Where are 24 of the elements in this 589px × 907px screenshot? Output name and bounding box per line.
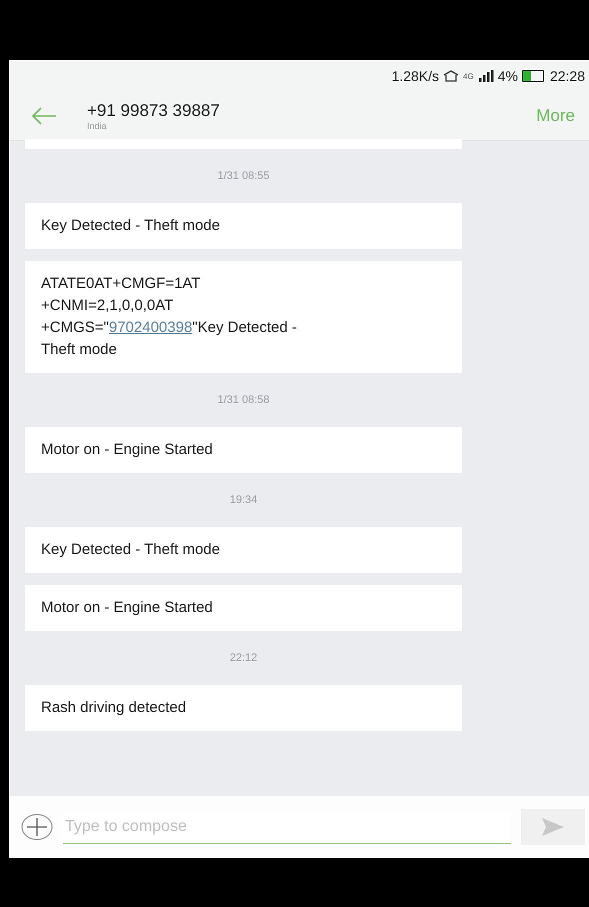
add-icon[interactable] [21, 813, 53, 841]
signal-icon [478, 70, 494, 82]
timestamp: 22:12 [230, 652, 258, 664]
back-arrow-icon[interactable] [31, 107, 57, 125]
message-text: Motor on - Engine Started [41, 440, 214, 460]
message-text: ATATE0AT+CMGF=1AT +CNMI=2,1,0,0,0AT +CMGS="9702400398"Key Detected - Theft mode [41, 274, 298, 360]
clock: 22:28 [550, 68, 585, 84]
message-text: Key Detected - Theft mode [41, 216, 221, 236]
timestamp: 1/31 08:55 [218, 170, 270, 182]
network-speed: 1.28K/s [392, 68, 440, 84]
contact-country: India [87, 121, 108, 131]
network-type: 4G [463, 72, 474, 80]
message-text: Rash driving detected [41, 698, 188, 718]
phone-link[interactable]: 9702400398 [108, 319, 192, 336]
message-text: Motor on - Engine Started [41, 598, 214, 618]
battery-icon [522, 70, 544, 82]
send-icon [542, 818, 564, 836]
contact-number: +91 99873 39887 [87, 101, 221, 121]
more-button[interactable]: More [536, 106, 575, 126]
message-text: Key Detected - Theft mode [41, 540, 221, 560]
timestamp: 19:34 [230, 494, 258, 506]
send-button[interactable] [521, 809, 585, 845]
timestamp: 1/31 08:58 [218, 394, 270, 406]
battery-percent: 4% [498, 68, 518, 84]
